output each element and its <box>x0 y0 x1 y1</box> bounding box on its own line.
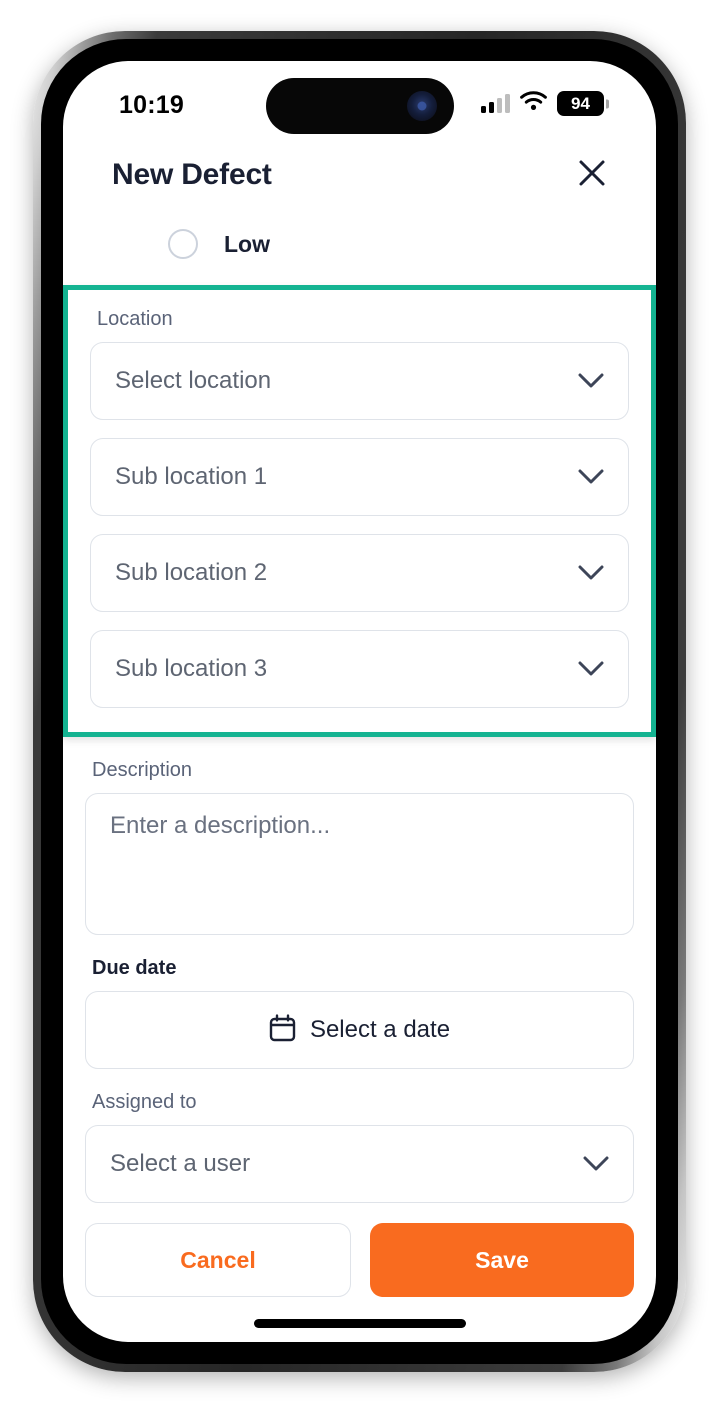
location-select[interactable]: Select location <box>90 342 629 420</box>
dynamic-island <box>265 78 454 134</box>
sub-location-2-select[interactable]: Sub location 2 <box>90 534 629 612</box>
screenshot-stage: 10:19 94 New Defect Low Location Select … <box>0 0 719 1403</box>
chevron-down-icon <box>578 469 604 485</box>
assigned-to-select[interactable]: Select a user <box>85 1125 634 1203</box>
radio-icon-low[interactable] <box>168 229 198 259</box>
assigned-to-value: Select a user <box>110 1150 251 1177</box>
status-indicators: 94 <box>481 91 604 116</box>
phone-bezel: 10:19 94 New Defect Low Location Select … <box>41 39 678 1364</box>
form-content: Low Location Select location Sub locatio… <box>63 207 656 1328</box>
battery-level: 94 <box>571 93 590 113</box>
chevron-down-icon <box>578 661 604 677</box>
description-placeholder: Enter a description... <box>110 812 331 839</box>
due-date-label: Due date <box>92 957 177 979</box>
assigned-to-label: Assigned to <box>92 1091 197 1113</box>
phone-screen: 10:19 94 New Defect Low Location Select … <box>63 61 656 1342</box>
sub-location-3-select[interactable]: Sub location 3 <box>90 630 629 708</box>
chevron-down-icon <box>578 565 604 581</box>
front-camera-icon <box>406 91 437 121</box>
form-actions: Cancel Save <box>63 1203 656 1297</box>
save-button[interactable]: Save <box>370 1223 634 1297</box>
assigned-to-section: Assigned to Select a user <box>63 1069 656 1203</box>
description-input[interactable]: Enter a description... <box>85 793 634 935</box>
wifi-icon <box>520 91 547 116</box>
due-date-section: Due date Select a date <box>63 935 656 1069</box>
signal-bars-icon <box>481 94 510 113</box>
description-label: Description <box>92 759 193 781</box>
priority-option-low[interactable]: Low <box>63 207 656 285</box>
location-section-highlight: Location Select location Sub location 1 … <box>63 285 656 737</box>
battery-icon: 94 <box>557 91 604 116</box>
description-section: Description Enter a description... <box>63 737 656 935</box>
due-date-picker-button[interactable]: Select a date <box>85 991 634 1069</box>
due-date-text: Select a date <box>309 1016 451 1043</box>
calendar-icon <box>269 1013 296 1047</box>
home-indicator[interactable] <box>253 1319 466 1328</box>
status-time: 10:19 <box>119 91 184 119</box>
page-title: New Defect <box>112 158 272 191</box>
app-header: New Defect <box>63 135 656 207</box>
sub-location-3-value: Sub location 3 <box>115 655 268 682</box>
chevron-down-icon <box>578 373 604 389</box>
priority-label-low: Low <box>224 230 270 257</box>
sub-location-1-select[interactable]: Sub location 1 <box>90 438 629 516</box>
location-select-value: Select location <box>115 367 272 394</box>
chevron-down-icon <box>583 1156 609 1172</box>
status-bar: 10:19 94 <box>63 61 656 135</box>
close-icon <box>577 158 607 193</box>
cancel-button[interactable]: Cancel <box>85 1223 351 1297</box>
location-label: Location <box>97 308 173 330</box>
phone-frame: 10:19 94 New Defect Low Location Select … <box>33 31 686 1372</box>
sub-location-1-value: Sub location 1 <box>115 463 268 490</box>
close-button[interactable] <box>570 153 614 197</box>
sub-location-2-value: Sub location 2 <box>115 559 268 586</box>
